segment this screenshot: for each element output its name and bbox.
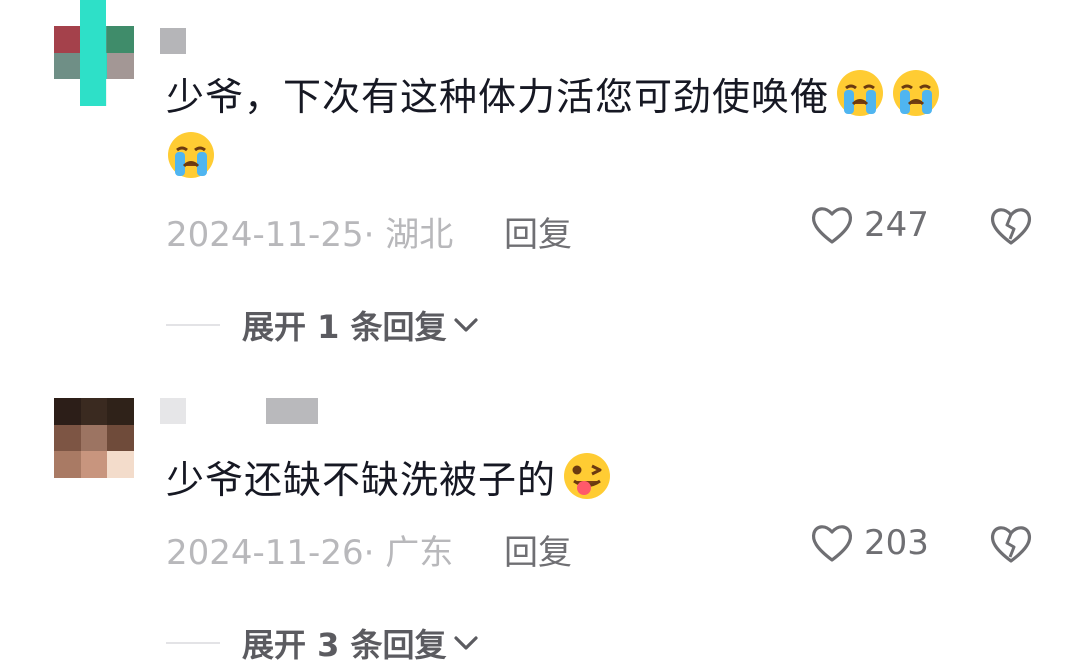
comment-date-location: 2024-11-26· 广东 <box>166 533 454 573</box>
heart-icon <box>811 525 853 562</box>
expand-replies-label: 展开 1 条回复 <box>242 308 447 346</box>
avatar[interactable] <box>54 398 134 478</box>
like-button[interactable]: 203 <box>810 522 929 564</box>
like-count: 247 <box>864 205 929 245</box>
comment-text: 少爷，下次有这种体力活您可劲使唤俺 <box>166 66 1026 190</box>
reply-button[interactable]: 回复 <box>504 207 572 256</box>
like-button[interactable]: 247 <box>810 204 929 246</box>
expand-divider <box>166 324 220 326</box>
chevron-down-icon <box>453 318 478 332</box>
expand-divider <box>166 642 220 644</box>
winking-tongue-face-emoji-icon <box>564 453 611 499</box>
expand-replies-label: 展开 3 条回复 <box>242 626 447 664</box>
like-count: 203 <box>864 523 929 563</box>
chevron-down-icon <box>453 636 478 650</box>
expand-replies-button[interactable]: 展开 1 条回复 <box>166 302 479 348</box>
broken-heart-icon <box>990 208 1032 245</box>
comment-text: 少爷还缺不缺洗被子的 <box>166 449 1026 511</box>
dislike-button[interactable] <box>989 205 1033 251</box>
crying-face-emoji-icon <box>893 70 940 116</box>
reply-button[interactable]: 回复 <box>504 525 572 574</box>
comment-text-content: 少爷，下次有这种体力活您可劲使唤俺 <box>166 75 830 119</box>
expand-replies-button[interactable]: 展开 3 条回复 <box>166 620 479 666</box>
dislike-button[interactable] <box>989 523 1033 569</box>
heart-icon <box>811 207 853 244</box>
broken-heart-icon <box>990 526 1032 563</box>
comment-date-location: 2024-11-25· 湖北 <box>166 215 454 255</box>
crying-face-emoji-icon <box>837 70 884 116</box>
comment-text-content: 少爷还缺不缺洗被子的 <box>166 458 557 502</box>
crying-face-emoji-icon <box>168 132 214 178</box>
avatar-decoration <box>80 0 106 106</box>
